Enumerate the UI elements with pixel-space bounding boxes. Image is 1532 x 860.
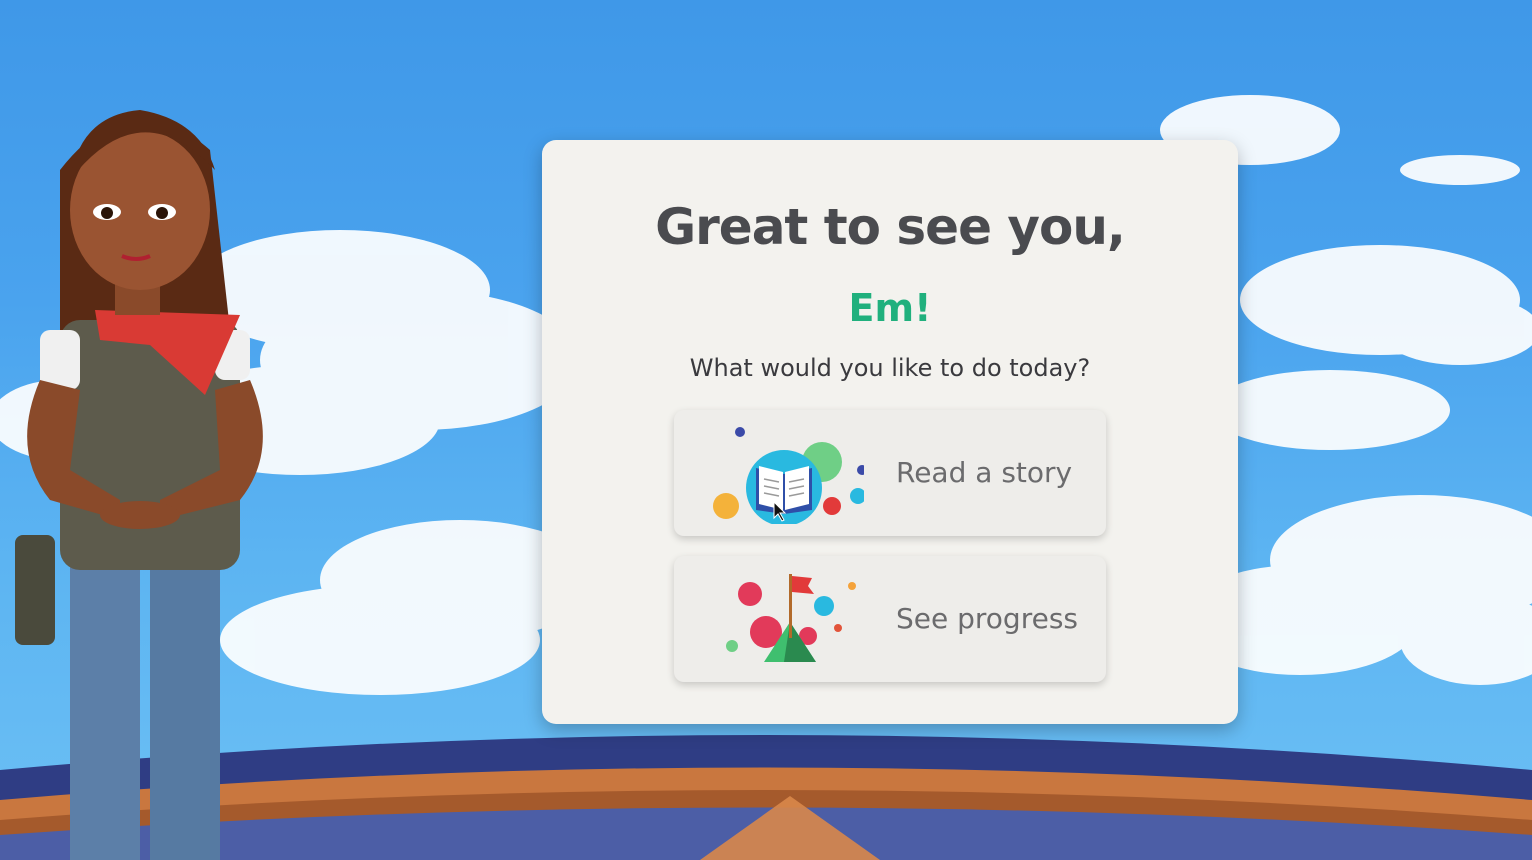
- greeting-heading: Great to see you,: [655, 198, 1126, 256]
- flag-on-mountain-icon: [726, 574, 856, 662]
- user-name: Em!: [848, 286, 932, 330]
- see-progress-label: See progress: [896, 602, 1078, 635]
- guide-character: [15, 110, 263, 860]
- see-progress-button[interactable]: See progress: [674, 556, 1106, 682]
- read-a-story-button[interactable]: Read a story: [674, 410, 1106, 536]
- prompt-question: What would you like to do today?: [689, 354, 1091, 382]
- open-book-icon: [713, 427, 864, 524]
- read-a-story-label: Read a story: [896, 456, 1073, 489]
- welcome-card: Great to see you, Em! What would you lik…: [542, 140, 1238, 724]
